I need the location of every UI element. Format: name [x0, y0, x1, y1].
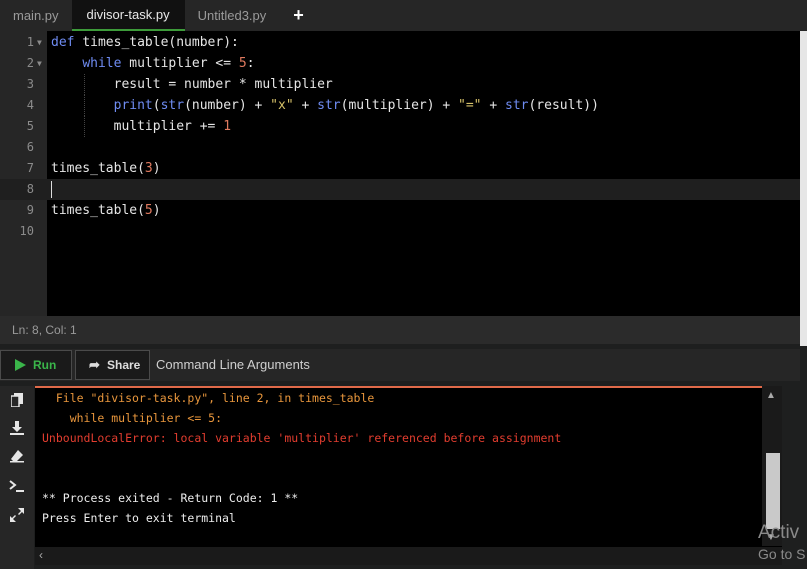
line-number: 2 [26, 56, 34, 70]
editor-edge [800, 31, 807, 346]
code-line: 1 ▼ def times_table(number): [0, 32, 800, 53]
code-line: 5 multiplier += 1 [0, 116, 800, 137]
scroll-left-icon[interactable]: ‹ [39, 548, 43, 562]
code-line: 7 times_table(3) [0, 158, 800, 179]
line-number: 8 [26, 182, 34, 196]
tab-untitled3-py[interactable]: Untitled3.py [185, 0, 280, 31]
code-line: 4 print(str(number) + "x" + str(multipli… [0, 95, 800, 116]
share-arrow-icon: ➦ [89, 357, 100, 372]
terminal-line: File "divisor-task.py", line 2, in times… [42, 391, 375, 405]
copy-icon[interactable] [9, 393, 25, 409]
eraser-icon[interactable] [9, 449, 25, 465]
code-line-active: 8 [0, 179, 800, 200]
fold-arrow-icon[interactable]: ▼ [37, 53, 42, 74]
line-number: 4 [26, 98, 34, 112]
run-label: Run [33, 358, 57, 372]
editor-status-bar: Ln: 8, Col: 1 [0, 316, 800, 344]
terminal-output[interactable]: File "divisor-task.py", line 2, in times… [35, 386, 782, 547]
text-cursor [51, 181, 52, 198]
download-icon[interactable] [9, 421, 25, 437]
activate-windows-watermark: Activ [758, 522, 800, 543]
tab-main-py[interactable]: main.py [0, 0, 72, 31]
share-button[interactable]: ➦ Share [75, 350, 150, 380]
terminal-sidebar [0, 386, 34, 569]
tab-divisor-task-py[interactable]: divisor-task.py [71, 0, 185, 31]
code-line: 2 ▼ while multiplier <= 5: [0, 53, 800, 74]
line-number: 9 [26, 203, 34, 217]
activate-windows-subtext: Go to S [758, 546, 806, 562]
code-editor[interactable]: 1 ▼ def times_table(number): 2 ▼ while m… [0, 31, 800, 316]
code-line: 10 [0, 221, 800, 242]
line-number: 5 [26, 119, 34, 133]
play-icon [15, 359, 26, 371]
terminal-line: ** Process exited - Return Code: 1 ** [42, 491, 299, 505]
terminal-icon[interactable] [9, 479, 25, 495]
run-toolbar: Run ➦ Share Command Line Arguments [0, 349, 800, 381]
terminal-line: while multiplier <= 5: [42, 411, 223, 425]
expand-icon[interactable] [9, 508, 25, 524]
run-button[interactable]: Run [0, 350, 72, 380]
code-line: 9 times_table(5) [0, 200, 800, 221]
terminal-error-line: UnboundLocalError: local variable 'multi… [42, 431, 562, 445]
terminal-horizontal-scrollbar[interactable]: ‹ [35, 547, 782, 565]
code-line: 3 result = number * multiplier [0, 74, 800, 95]
fold-arrow-icon[interactable]: ▼ [37, 32, 42, 53]
share-label: Share [107, 358, 141, 372]
tab-bar: main.py divisor-task.py Untitled3.py + [0, 0, 807, 31]
line-number: 10 [19, 224, 34, 238]
line-number: 1 [26, 35, 34, 49]
terminal-line: Press Enter to exit terminal [42, 511, 236, 525]
line-number: 7 [26, 161, 34, 175]
line-number: 3 [26, 77, 34, 91]
add-tab-button[interactable]: + [279, 0, 318, 31]
line-number: 6 [26, 140, 34, 154]
command-line-arguments[interactable]: Command Line Arguments [156, 349, 310, 381]
scroll-thumb[interactable] [766, 453, 780, 529]
code-line: 6 [0, 137, 800, 158]
scroll-up-icon[interactable]: ▲ [766, 390, 776, 401]
